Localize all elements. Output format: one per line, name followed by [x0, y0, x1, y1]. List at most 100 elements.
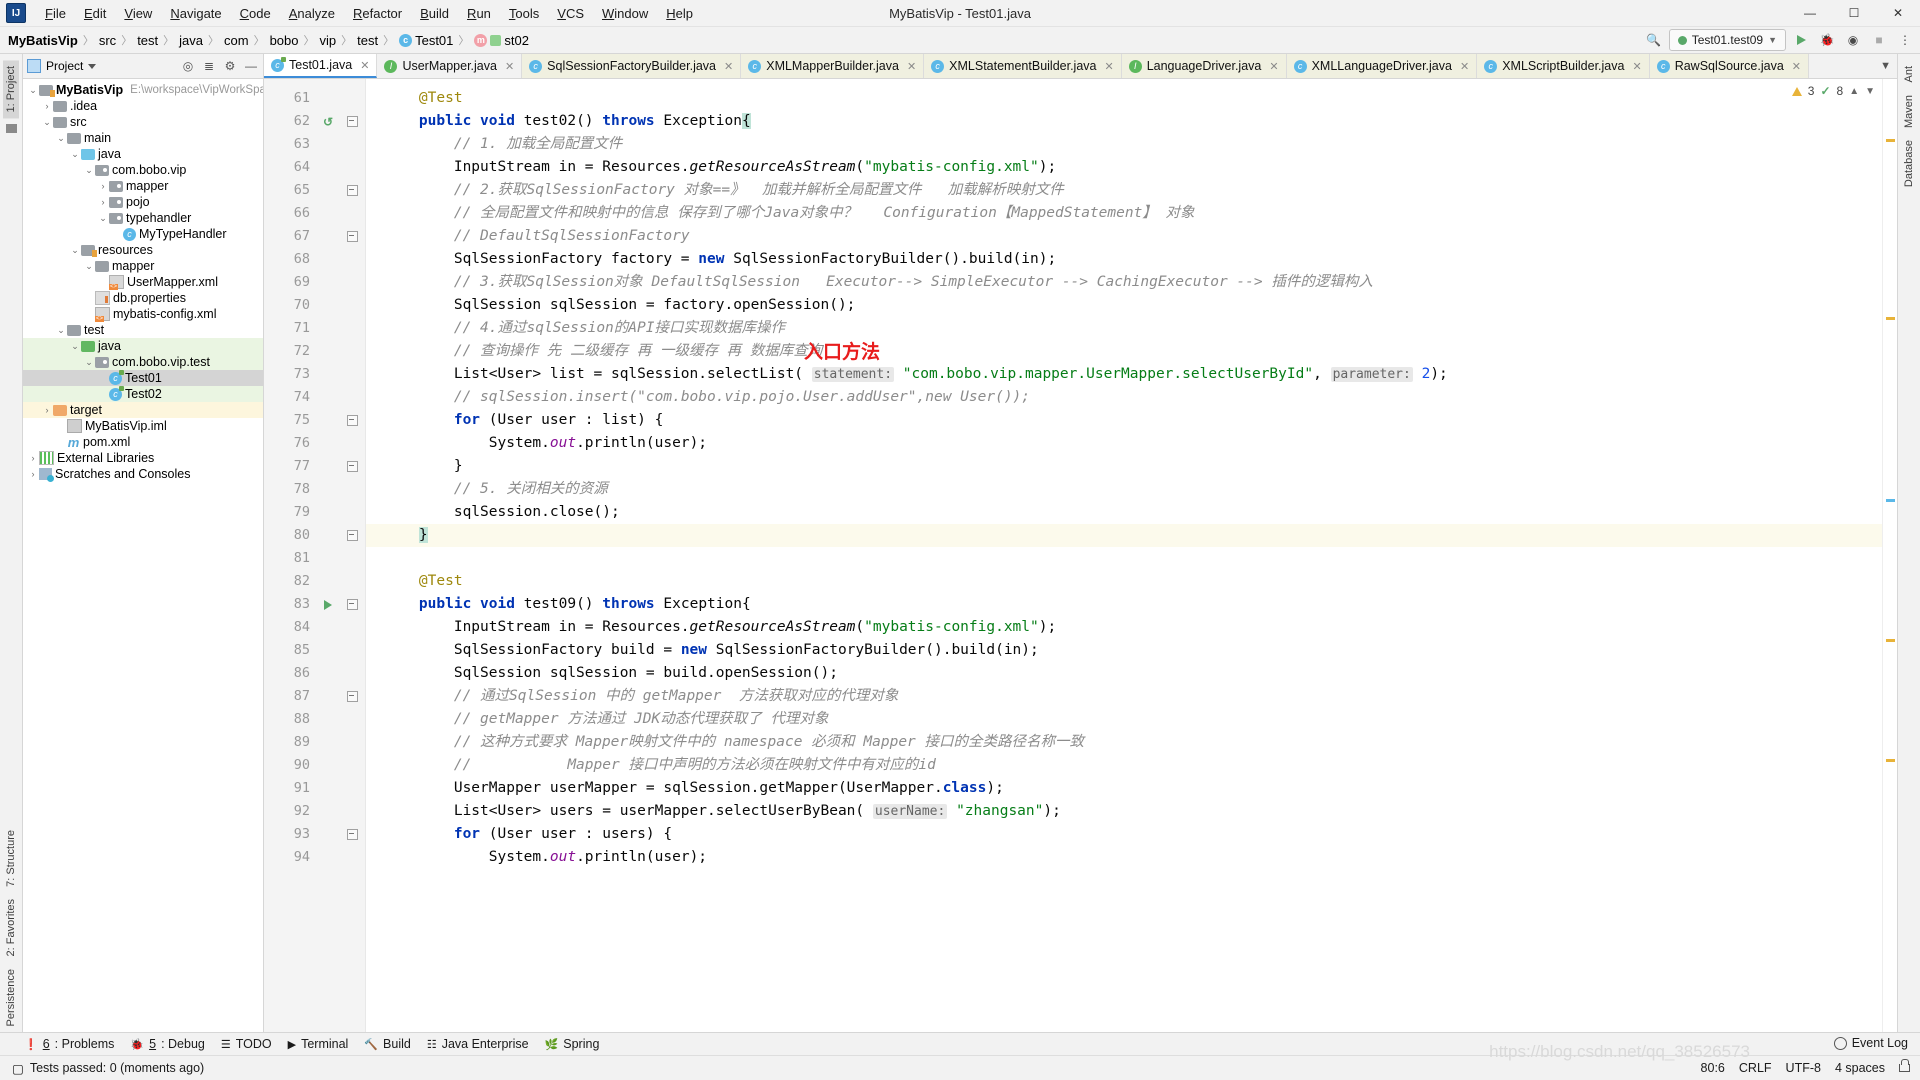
tree-node--idea[interactable]: ›.idea — [23, 98, 263, 114]
project-tree[interactable]: ⌄MyBatisVipE:\workspace\VipWorkSpace\M›.… — [23, 79, 263, 1032]
code-line[interactable]: // 全局配置文件和映射中的信息 保存到了哪个Java对象中？ Configur… — [366, 202, 1882, 225]
code-line[interactable]: SqlSessionFactory factory = new SqlSessi… — [366, 248, 1882, 271]
menu-item-file[interactable]: File — [36, 4, 75, 23]
tree-node-test[interactable]: ⌄test — [23, 322, 263, 338]
file-encoding[interactable]: UTF-8 — [1786, 1061, 1821, 1075]
tool-window-debug[interactable]: 🐞5: Debug — [130, 1037, 204, 1051]
chevron-down-icon[interactable]: ⌄ — [83, 165, 95, 176]
menu-item-code[interactable]: Code — [231, 4, 280, 23]
code-line[interactable]: for (User user : users) { — [366, 823, 1882, 846]
stop-icon[interactable]: ■ — [1868, 29, 1890, 51]
marker-info[interactable] — [1886, 499, 1895, 502]
chevron-right-icon[interactable]: › — [41, 101, 53, 111]
breadcrumb-item-java[interactable]: java — [179, 33, 203, 48]
minimize-button[interactable]: — — [1788, 0, 1832, 26]
code-line[interactable]: System.out.println(user); — [366, 432, 1882, 455]
chevron-down-icon[interactable]: ⌄ — [83, 357, 95, 368]
code-line[interactable]: SqlSession sqlSession = factory.openSess… — [366, 294, 1882, 317]
chevron-down-icon[interactable]: ⌄ — [55, 325, 67, 336]
gutter-run-icons[interactable]: ↺ — [317, 79, 339, 1032]
tree-node-pom-xml[interactable]: mpom.xml — [23, 434, 263, 450]
marker-warning[interactable] — [1886, 639, 1895, 642]
tree-node-src[interactable]: ⌄src — [23, 114, 263, 130]
marker-warning[interactable] — [1886, 139, 1895, 142]
breadcrumb-item-vip[interactable]: vip — [320, 33, 337, 48]
code-line[interactable]: UserMapper userMapper = sqlSession.getMa… — [366, 777, 1882, 800]
menu-item-navigate[interactable]: Navigate — [161, 4, 230, 23]
code-line[interactable]: // 1. 加载全局配置文件 — [366, 133, 1882, 156]
chevron-down-icon[interactable]: ⌄ — [55, 133, 67, 144]
fold-toggle-icon[interactable] — [339, 823, 365, 846]
tree-node-com-bobo-vip-test[interactable]: ⌄com.bobo.vip.test — [23, 354, 263, 370]
breadcrumb-item-MyBatisVip[interactable]: MyBatisVip — [8, 33, 78, 48]
chevron-down-icon[interactable]: ⌄ — [83, 261, 95, 272]
code-line[interactable]: // 4.通过sqlSession的API接口实现数据库操作 — [366, 317, 1882, 340]
search-icon[interactable]: 🔍 — [1643, 29, 1665, 51]
tab-list-chevron[interactable]: ▼ — [1874, 54, 1897, 78]
gear-icon[interactable]: ⚙ — [222, 58, 238, 74]
tool-window-todo[interactable]: ☰TODO — [221, 1037, 272, 1051]
tree-node-mapper[interactable]: ⌄mapper — [23, 258, 263, 274]
sidebar-tab-database[interactable]: Database — [1901, 134, 1917, 193]
code-line[interactable]: // 3.获取SqlSession对象 DefaultSqlSession Ex… — [366, 271, 1882, 294]
tree-node-java[interactable]: ⌄java — [23, 338, 263, 354]
tree-node-target[interactable]: ›target — [23, 402, 263, 418]
fold-toggle-icon[interactable] — [339, 685, 365, 708]
chevron-right-icon[interactable]: › — [27, 453, 39, 463]
fold-toggle-icon[interactable] — [339, 110, 365, 133]
collapse-all-icon[interactable]: ≣ — [201, 58, 217, 74]
locate-icon[interactable]: ◎ — [180, 58, 196, 74]
run-configuration-selector[interactable]: Test01.test09 ▼ — [1669, 29, 1786, 51]
chevron-down-icon[interactable]: ▼ — [1865, 86, 1875, 97]
sidebar-tab-maven[interactable]: Maven — [1901, 89, 1917, 134]
breadcrumb-item-Test01[interactable]: cTest01 — [399, 33, 453, 48]
code-line[interactable]: // 5. 关闭相关的资源 — [366, 478, 1882, 501]
editor-tab-rawsqlsource-java[interactable]: cRawSqlSource.java✕ — [1650, 54, 1809, 78]
code-line[interactable]: sqlSession.close(); — [366, 501, 1882, 524]
code-line[interactable]: // Mapper 接口中声明的方法必须在映射文件中有对应的id — [366, 754, 1882, 777]
code-line[interactable]: // sqlSession.insert("com.bobo.vip.pojo.… — [366, 386, 1882, 409]
sidebar-tab-persistence[interactable]: Persistence — [3, 963, 19, 1032]
editor-tab-xmlmapperbuilder-java[interactable]: cXMLMapperBuilder.java✕ — [741, 54, 924, 78]
marker-warning[interactable] — [1886, 317, 1895, 320]
breadcrumb-item-com[interactable]: com — [224, 33, 249, 48]
breadcrumb-item-test[interactable]: test — [137, 33, 158, 48]
hide-icon[interactable]: — — [243, 58, 259, 74]
tree-node-java[interactable]: ⌄java — [23, 146, 263, 162]
event-log-button[interactable]: Event Log — [1834, 1036, 1908, 1050]
code-line[interactable]: // 2.获取SqlSessionFactory 对象==》 加载并解析全局配置… — [366, 179, 1882, 202]
unlock-icon[interactable] — [1899, 1064, 1910, 1072]
tree-node-usermapper-xml[interactable]: UserMapper.xml — [23, 274, 263, 290]
code-line[interactable]: // 查询操作 先 二级缓存 再 一级缓存 再 数据库查询 — [366, 340, 1882, 363]
chevron-down-icon[interactable]: ⌄ — [69, 341, 81, 352]
editor-tab-xmlscriptbuilder-java[interactable]: cXMLScriptBuilder.java✕ — [1477, 54, 1650, 78]
close-button[interactable]: ✕ — [1876, 0, 1920, 26]
code-line[interactable]: InputStream in = Resources.getResourceAs… — [366, 616, 1882, 639]
breadcrumb-item-test[interactable]: test — [357, 33, 378, 48]
editor-tab-usermapper-java[interactable]: IUserMapper.java✕ — [377, 54, 522, 78]
code-line[interactable]: // getMapper 方法通过 JDK动态代理获取了 代理对象 — [366, 708, 1882, 731]
menu-item-refactor[interactable]: Refactor — [344, 4, 411, 23]
code-line[interactable]: List<User> list = sqlSession.selectList(… — [366, 363, 1882, 386]
tool-window-build[interactable]: 🔨Build — [364, 1037, 411, 1051]
chevron-down-icon[interactable]: ⌄ — [27, 85, 39, 96]
gutter-recursive-icon[interactable]: ↺ — [317, 110, 339, 133]
code-line[interactable]: } — [366, 455, 1882, 478]
fold-toggle-icon[interactable] — [339, 179, 365, 202]
sidebar-tab-favorites[interactable]: 2: Favorites — [3, 893, 19, 962]
tree-node-resources[interactable]: ⌄resources — [23, 242, 263, 258]
close-icon[interactable]: ✕ — [505, 60, 514, 73]
fold-toggle-icon[interactable] — [339, 225, 365, 248]
tree-node-scratches-and-consoles[interactable]: ›Scratches and Consoles — [23, 466, 263, 482]
tree-node-mytypehandler[interactable]: cMyTypeHandler — [23, 226, 263, 242]
close-icon[interactable]: ✕ — [1632, 60, 1641, 73]
editor-tab-sqlsessionfactorybuilder-java[interactable]: cSqlSessionFactoryBuilder.java✕ — [522, 54, 741, 78]
tree-node-mybatisvip-iml[interactable]: MyBatisVip.iml — [23, 418, 263, 434]
code-line[interactable]: // DefaultSqlSessionFactory — [366, 225, 1882, 248]
chevron-right-icon[interactable]: › — [27, 469, 39, 479]
maximize-button[interactable]: ☐ — [1832, 0, 1876, 26]
bottom-tool-window-strip[interactable]: ❗6: Problems🐞5: Debug☰TODO▶Terminal🔨Buil… — [0, 1032, 1920, 1055]
tool-window-javaenterprise[interactable]: ☷Java Enterprise — [427, 1037, 529, 1051]
code-line[interactable]: for (User user : list) { — [366, 409, 1882, 432]
menu-item-view[interactable]: View — [115, 4, 161, 23]
